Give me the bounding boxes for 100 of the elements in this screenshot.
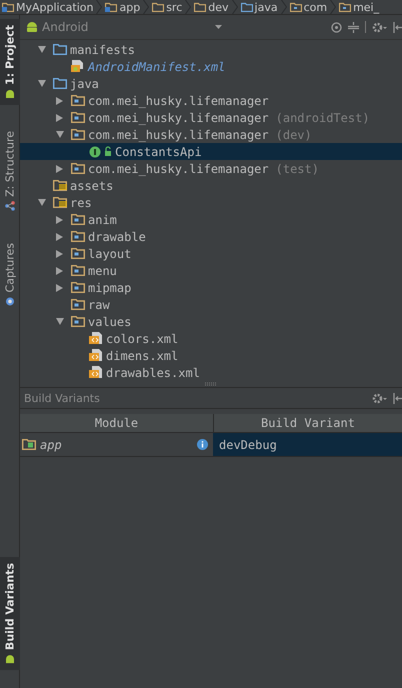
tree-row[interactable]: raw [20, 296, 402, 313]
xml-file-icon [89, 366, 103, 379]
package-folder-icon [71, 214, 85, 225]
tree-item-label: com.mei_husky.lifemanager [88, 94, 269, 108]
folder-icon [53, 44, 67, 55]
structure-icon [5, 200, 15, 211]
tree-row[interactable]: com.mei_husky.lifemanager (test) [20, 160, 402, 177]
panel-title: Build Variants [24, 392, 100, 404]
column-header[interactable]: Build Variant [214, 414, 402, 432]
folder-icon [105, 2, 118, 12]
column-header[interactable]: Module [20, 414, 214, 432]
side-tab[interactable]: 1: Project [0, 19, 20, 105]
settings-icon[interactable] [372, 22, 387, 32]
tree-row[interactable]: drawable [20, 228, 402, 245]
expanded-arrow-icon[interactable] [56, 318, 64, 325]
folder-icon [152, 2, 164, 12]
collapsed-arrow-icon[interactable] [56, 114, 63, 122]
view-dropdown[interactable]: Android [26, 20, 222, 34]
expanded-arrow-icon[interactable] [38, 199, 46, 206]
target-icon[interactable] [331, 22, 342, 32]
tree-item-label: ConstantsApi [115, 144, 202, 158]
package-folder-icon [71, 95, 85, 106]
breadcrumb-item[interactable]: com [304, 0, 328, 14]
info-icon [197, 439, 208, 450]
tree-item-label: assets [70, 178, 114, 192]
tree-row[interactable]: values [20, 313, 402, 330]
tree-row[interactable]: res [20, 194, 402, 211]
package-folder-icon [71, 282, 85, 293]
tree-item-label: anim [88, 212, 117, 226]
collapse-icon[interactable] [348, 22, 359, 32]
tree-row[interactable]: menu [20, 262, 402, 279]
package-folder-icon [71, 163, 85, 174]
folder-icon [240, 2, 253, 12]
tree-row[interactable]: anim [20, 211, 402, 228]
side-tab[interactable]: Z: Structure [0, 124, 20, 217]
tree-item-label: res [70, 196, 92, 210]
breadcrumb-item[interactable]: dev [208, 0, 229, 14]
expanded-arrow-icon[interactable] [38, 80, 46, 87]
tree-row[interactable]: mipmap [20, 279, 402, 296]
tree-row[interactable]: colors.xml [20, 330, 402, 347]
tree-item-label: mipmap [88, 280, 132, 294]
resource-folder-icon [53, 197, 67, 208]
tree-row[interactable]: assets [20, 177, 402, 194]
side-tab[interactable]: Captures [0, 236, 20, 312]
tree-item-label: drawable [88, 230, 146, 244]
collapsed-arrow-icon[interactable] [56, 164, 63, 172]
tree-item-label: com.mei_husky.lifemanager [88, 162, 269, 176]
module-name: app [40, 438, 62, 452]
tree-row[interactable]: AndroidManifest.xml [20, 58, 402, 75]
tree-row[interactable]: com.mei_husky.lifemanager (dev) [20, 126, 402, 143]
collapsed-arrow-icon[interactable] [56, 266, 63, 274]
expanded-arrow-icon[interactable] [56, 131, 64, 138]
settings-icon[interactable] [372, 392, 387, 404]
folder-icon [194, 2, 206, 12]
tree-item-label: dimens.xml [106, 348, 178, 362]
variant-cell[interactable]: devDebug [213, 433, 402, 456]
xml-file-icon [89, 349, 103, 362]
android-icon [5, 654, 15, 664]
drag-handle-icon[interactable] [204, 382, 218, 386]
caret-icon [215, 25, 222, 29]
breadcrumb-item[interactable]: src [166, 0, 182, 14]
collapsed-arrow-icon[interactable] [56, 250, 63, 258]
manifest-file-icon [71, 60, 85, 73]
collapsed-arrow-icon[interactable] [56, 232, 63, 240]
tree-item-note: (test) [276, 162, 319, 176]
module-folder-icon [22, 439, 36, 450]
tree-row[interactable]: drawables.xml [20, 364, 402, 381]
package-folder-icon [71, 316, 85, 327]
breadcrumb-item[interactable]: mei_ [353, 0, 380, 14]
tree-item-label: com.mei_husky.lifemanager [88, 110, 269, 124]
interface-icon [89, 146, 113, 158]
package-folder-icon [71, 299, 85, 310]
tree-row[interactable]: ConstantsApi [20, 143, 402, 160]
package-folder-icon [71, 231, 85, 242]
tree-row[interactable]: com.mei_husky.lifemanager [20, 92, 402, 109]
xml-file-icon [89, 332, 103, 345]
collapsed-arrow-icon[interactable] [56, 96, 63, 104]
tree-item-label: manifests [70, 42, 136, 56]
tree-item-label: drawables.xml [106, 366, 200, 380]
tree-item-label: AndroidManifest.xml [88, 60, 226, 74]
collapsed-arrow-icon[interactable] [56, 284, 63, 292]
tree-row[interactable]: java [20, 75, 402, 92]
tree-row[interactable]: manifests [20, 41, 402, 58]
hide-icon[interactable] [393, 392, 402, 404]
folder-icon [2, 2, 14, 12]
breadcrumb-item[interactable]: app [119, 0, 140, 14]
tree-item-label: com.mei_husky.lifemanager [88, 128, 269, 142]
tree-row[interactable]: dimens.xml [20, 347, 402, 364]
collapsed-arrow-icon[interactable] [56, 216, 63, 224]
package-folder-icon [71, 265, 85, 276]
tree-item-label: raw [88, 298, 110, 312]
expanded-arrow-icon[interactable] [38, 46, 46, 53]
tree-row[interactable]: layout [20, 245, 402, 262]
tree-row[interactable]: com.mei_husky.lifemanager (androidTest) [20, 109, 402, 126]
resource-folder-icon [53, 180, 67, 191]
folder-icon [53, 78, 67, 89]
hide-icon[interactable] [393, 22, 402, 32]
breadcrumb-item[interactable]: java [254, 0, 278, 14]
breadcrumb-item[interactable]: MyApplication [16, 0, 94, 14]
side-tab[interactable]: Build Variants [0, 556, 20, 670]
